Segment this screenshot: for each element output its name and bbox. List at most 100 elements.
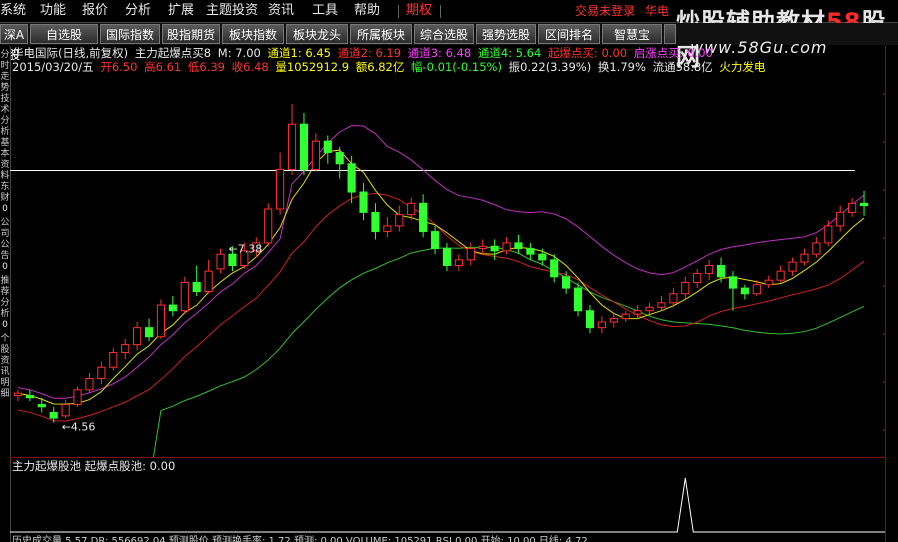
m-value: M: 7.00 <box>217 46 261 60</box>
candle-body <box>693 272 702 283</box>
candle-body <box>228 253 237 267</box>
candle-body <box>419 202 428 233</box>
left-nav-char[interactable]: 司 <box>0 229 10 239</box>
candle-body <box>573 287 583 312</box>
menu-extension[interactable]: 扩展 <box>168 0 194 22</box>
tab-more[interactable] <box>664 24 676 44</box>
left-nav-char[interactable]: 资 <box>0 160 10 170</box>
left-nav-char[interactable]: 时 <box>0 61 10 71</box>
tab-strong-screen[interactable]: 强势选股 <box>476 24 536 44</box>
candle-body <box>335 151 344 165</box>
left-nav-char[interactable]: 走 <box>0 72 10 82</box>
menu-separator <box>440 5 441 18</box>
candle-body <box>848 202 857 213</box>
candle-body <box>144 327 154 338</box>
low-value: 低6.39 <box>187 60 225 74</box>
left-nav-char[interactable]: 析 <box>0 309 10 319</box>
panel-separator <box>10 457 885 458</box>
left-nav-char[interactable]: 明 <box>0 378 10 388</box>
menu-help[interactable]: 帮助 <box>354 0 380 22</box>
candle-body <box>562 276 571 289</box>
candle-body <box>264 208 273 244</box>
left-nav-char[interactable]: 讯 <box>0 367 10 377</box>
candle-body <box>478 245 487 250</box>
candle-body <box>133 327 142 346</box>
candle-body <box>454 259 463 266</box>
menu-quote[interactable]: 报价 <box>82 0 108 22</box>
broker-name: 华电 <box>645 4 670 18</box>
open-value: 开6.50 <box>100 60 138 74</box>
login-status[interactable]: 交易未登录 <box>575 0 635 22</box>
candle-body <box>216 253 225 270</box>
left-nav-char[interactable]: 股 <box>0 345 10 355</box>
left-nav-char[interactable]: 荐 <box>0 287 10 297</box>
left-nav-char[interactable]: 势 <box>0 83 10 93</box>
menu-news[interactable]: 资讯 <box>268 0 294 22</box>
left-nav-char[interactable]: 料 <box>0 171 10 181</box>
close-value: 收6.48 <box>231 60 269 74</box>
candle-body <box>609 318 618 323</box>
candlestick-chart[interactable]: ←7.38 ←4.56 <box>10 74 885 457</box>
tab-sector-index[interactable]: 板块指数 <box>222 24 284 44</box>
candle-body <box>526 248 535 255</box>
left-nav-char[interactable]: 公 <box>0 218 10 228</box>
menu-topic-invest[interactable]: 主题投资 <box>206 0 258 22</box>
candle-body <box>669 293 678 304</box>
menu-system[interactable]: 系统 <box>0 0 26 22</box>
candle-body <box>776 270 785 281</box>
channel-4-line <box>152 246 865 457</box>
candle-body <box>49 411 58 419</box>
change-value: 幅-0.01(-0.15%) <box>411 60 502 74</box>
candle-body <box>442 248 452 267</box>
candle-body <box>311 140 320 170</box>
candle-body <box>550 259 559 278</box>
menu-options[interactable]: 期权 <box>406 0 432 22</box>
tab-sector-leader[interactable]: 板块龙头 <box>286 24 348 44</box>
chart-title-line: 华电国际(日线,前复权) 主力起爆点买8 M: 7.00 通道1: 6.45 通… <box>12 46 716 60</box>
candle-body <box>299 123 309 170</box>
tab-watchlist[interactable]: 自选股 <box>30 24 98 44</box>
menu-tools[interactable]: 工具 <box>312 0 338 22</box>
candle-body <box>633 310 642 315</box>
tab-global-index[interactable]: 国际指数 <box>100 24 160 44</box>
left-nav-char[interactable]: 告 <box>0 251 10 261</box>
left-nav-char[interactable]: 0 <box>0 204 10 214</box>
tab-composite-screen[interactable]: 综合选股 <box>414 24 474 44</box>
left-nav-char[interactable]: 东 <box>0 182 10 192</box>
tab-range-rank[interactable]: 区间排名 <box>538 24 600 44</box>
menu-analysis[interactable]: 分析 <box>125 0 151 22</box>
left-nav-char[interactable]: 推 <box>0 276 10 286</box>
breakout-buy: 起爆点买: 0.00 <box>547 46 628 60</box>
candle-body <box>490 245 499 252</box>
left-nav-char[interactable]: 0 <box>0 320 10 330</box>
left-nav-char[interactable]: 术 <box>0 105 10 115</box>
breakout-spike-line <box>10 477 885 533</box>
candle-body <box>466 248 475 261</box>
candle-body <box>716 265 726 278</box>
left-nav-char[interactable]: 公 <box>0 240 10 250</box>
tab-index-futures[interactable]: 股指期货 <box>162 24 220 44</box>
left-nav-char[interactable]: 分 <box>0 298 10 308</box>
left-nav-char[interactable]: 技 <box>0 94 10 104</box>
indicator-name[interactable]: 主力起爆点买8 <box>135 46 211 60</box>
left-nav-char[interactable]: 本 <box>0 149 10 159</box>
left-nav-char[interactable]: 0 <box>0 262 10 272</box>
left-nav-char[interactable]: 个 <box>0 334 10 344</box>
candle-body <box>156 304 166 338</box>
breakout-pool-chart[interactable] <box>10 474 885 534</box>
menu-function[interactable]: 功能 <box>40 0 66 22</box>
rise-buy: 启涨点买: 0.00 <box>633 46 713 60</box>
left-nav-char[interactable]: 资 <box>0 356 10 366</box>
left-nav-char[interactable]: 分 <box>0 50 10 60</box>
tab-shenzhen-a[interactable]: 深A股 <box>0 24 28 62</box>
left-nav-char[interactable]: 基 <box>0 138 10 148</box>
candle-body <box>657 302 666 308</box>
turnover-value: 换1.79% <box>597 60 646 74</box>
left-nav-char[interactable]: 析 <box>0 127 10 137</box>
tab-related-sector[interactable]: 所属板块 <box>350 24 412 44</box>
channel-1: 通道1: 6.45 <box>267 46 331 60</box>
left-nav-char[interactable]: 分 <box>0 116 10 126</box>
left-nav-char[interactable]: 细 <box>0 389 10 399</box>
left-nav-char[interactable]: 财 <box>0 193 10 203</box>
tab-smart-bao[interactable]: 智慧宝 <box>602 24 662 44</box>
